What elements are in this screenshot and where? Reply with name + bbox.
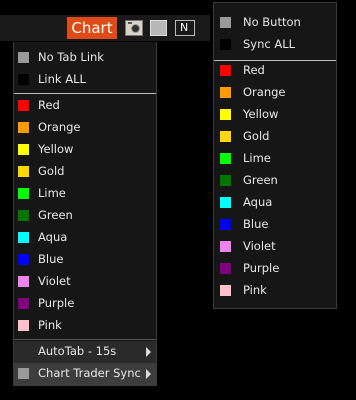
menu-item-label: Gold — [38, 164, 65, 178]
menu-item-aqua[interactable]: Aqua — [214, 192, 336, 214]
menu-item-no-tab-link[interactable]: No Tab Link — [14, 47, 156, 69]
menu-item-label: Orange — [38, 120, 81, 134]
swatch-gray — [220, 17, 231, 28]
swatch-aqua — [220, 197, 231, 208]
menu-item-label: Yellow — [243, 107, 279, 121]
menu-item-label: Red — [38, 98, 60, 112]
camera-flash — [128, 22, 132, 24]
swatch-pink — [18, 320, 29, 331]
menu-item-yellow[interactable]: Yellow — [214, 104, 336, 126]
menu-item-red[interactable]: Red — [214, 60, 336, 82]
chart-trader-sync-submenu: No Button Sync ALL Red Orange Yellow Gol… — [213, 2, 337, 309]
menu-item-green[interactable]: Green — [14, 205, 156, 227]
menu-item-label: Sync ALL — [243, 37, 296, 51]
menu-item-label: Pink — [38, 318, 62, 332]
menu-item-green[interactable]: Green — [214, 170, 336, 192]
menu-item-purple[interactable]: Purple — [14, 293, 156, 315]
swatch-red — [18, 100, 29, 111]
swatch-lime — [18, 188, 29, 199]
menu-item-red[interactable]: Red — [14, 95, 156, 117]
menu-item-label: Red — [243, 63, 265, 77]
swatch-violet — [18, 276, 29, 287]
chart-tab[interactable]: Chart — [67, 17, 117, 39]
menu-item-label: Link ALL — [38, 72, 86, 86]
menu-item-label: Blue — [243, 217, 269, 231]
menu-item-lime[interactable]: Lime — [14, 183, 156, 205]
menu-item-orange[interactable]: Orange — [14, 117, 156, 139]
swatch-pink — [220, 285, 231, 296]
camera-lens — [131, 24, 140, 33]
menu-item-yellow[interactable]: Yellow — [14, 139, 156, 161]
camera-icon[interactable] — [125, 20, 143, 36]
menu-item-blue[interactable]: Blue — [14, 249, 156, 271]
swatch-black — [220, 39, 231, 50]
menu-item-label: Gold — [243, 129, 270, 143]
swatch-blue — [220, 219, 231, 230]
menu-item-violet[interactable]: Violet — [214, 236, 336, 258]
menu-item-autotab[interactable]: AutoTab - 15s — [14, 341, 156, 363]
menu-item-label: Aqua — [38, 230, 68, 244]
swatch-yellow — [220, 109, 231, 120]
swatch-blue — [18, 254, 29, 265]
swatch-gold — [18, 166, 29, 177]
menu-item-blue[interactable]: Blue — [214, 214, 336, 236]
swatch-green — [220, 175, 231, 186]
menu-item-label: Pink — [243, 283, 267, 297]
swatch-purple — [18, 298, 29, 309]
menu-item-pink[interactable]: Pink — [214, 280, 336, 302]
menu-item-orange[interactable]: Orange — [214, 82, 336, 104]
submenu-arrow-icon — [146, 369, 151, 379]
menu-item-pink[interactable]: Pink — [14, 315, 156, 337]
menu-item-gold[interactable]: Gold — [14, 161, 156, 183]
swatch-black — [18, 74, 29, 85]
menu-item-no-button[interactable]: No Button — [214, 12, 336, 34]
menu-item-label: Purple — [38, 296, 75, 310]
menu-separator — [14, 93, 156, 94]
menu-item-label: No Tab Link — [38, 50, 104, 64]
menu-item-label: Chart Trader Sync — [38, 366, 141, 380]
link-color-button[interactable] — [150, 20, 167, 36]
swatch-violet — [220, 241, 231, 252]
swatch-lime — [220, 153, 231, 164]
menu-item-label: Aqua — [243, 195, 273, 209]
swatch-gray — [18, 52, 29, 63]
menu-item-label: Lime — [243, 151, 271, 165]
menu-item-aqua[interactable]: Aqua — [14, 227, 156, 249]
swatch-gray — [18, 368, 29, 379]
swatch-yellow — [18, 144, 29, 155]
menu-item-label: No Button — [243, 15, 301, 29]
menu-item-purple[interactable]: Purple — [214, 258, 336, 280]
menu-item-label: Green — [38, 208, 73, 222]
n-button[interactable]: N — [175, 20, 195, 36]
menu-item-label: Yellow — [38, 142, 74, 156]
swatch-orange — [18, 122, 29, 133]
menu-item-label: AutoTab - 15s — [38, 344, 117, 358]
menu-item-gold[interactable]: Gold — [214, 126, 336, 148]
swatch-aqua — [18, 232, 29, 243]
menu-item-label: Orange — [243, 85, 286, 99]
menu-item-link-all[interactable]: Link ALL — [14, 69, 156, 91]
swatch-green — [18, 210, 29, 221]
menu-item-label: Violet — [243, 239, 276, 253]
swatch-purple — [220, 263, 231, 274]
swatch-red — [220, 65, 231, 76]
swatch-gold — [220, 131, 231, 142]
submenu-arrow-icon — [146, 347, 151, 357]
menu-separator — [14, 339, 156, 340]
swatch-orange — [220, 87, 231, 98]
menu-item-label: Lime — [38, 186, 66, 200]
menu-item-violet[interactable]: Violet — [14, 271, 156, 293]
menu-item-label: Violet — [38, 274, 71, 288]
menu-item-lime[interactable]: Lime — [214, 148, 336, 170]
menu-item-chart-trader-sync[interactable]: Chart Trader Sync — [14, 363, 156, 385]
menu-item-sync-all[interactable]: Sync ALL — [214, 34, 336, 56]
menu-item-label: Green — [243, 173, 278, 187]
tab-link-menu: No Tab Link Link ALL Red Orange Yellow G… — [13, 42, 157, 386]
menu-item-label: Purple — [243, 261, 280, 275]
menu-item-label: Blue — [38, 252, 64, 266]
